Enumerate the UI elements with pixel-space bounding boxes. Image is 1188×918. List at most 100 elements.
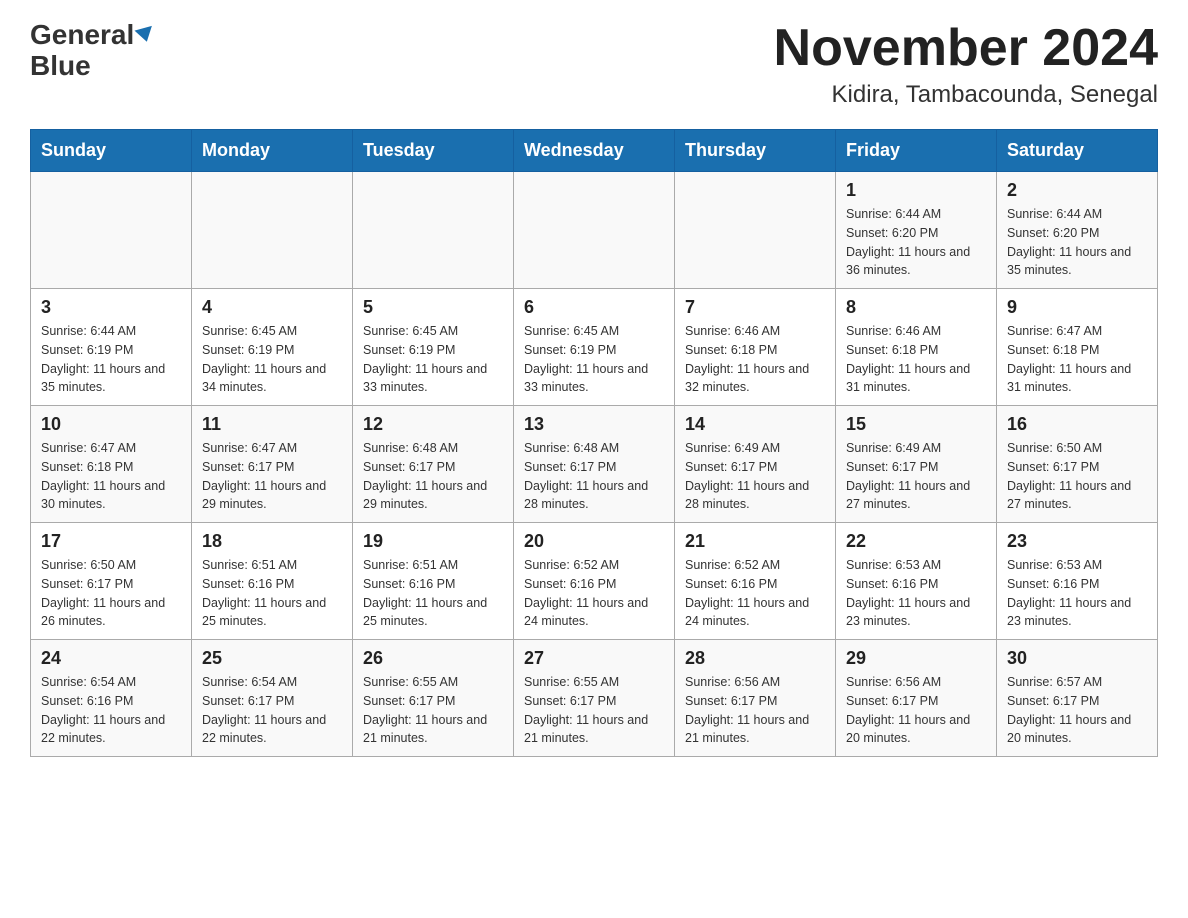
day-info: Sunrise: 6:51 AM Sunset: 6:16 PM Dayligh… bbox=[363, 556, 503, 631]
table-row: 19 Sunrise: 6:51 AM Sunset: 6:16 PM Dayli… bbox=[353, 523, 514, 640]
header-wednesday: Wednesday bbox=[514, 130, 675, 172]
table-row: 5Sunrise: 6:45 AM Sunset: 6:19 PM Daylig… bbox=[353, 289, 514, 406]
calendar-week-row: 17 Sunrise: 6:50 AM Sunset: 6:17 PM Dayli… bbox=[31, 523, 1158, 640]
table-row: 7Sunrise: 6:46 AM Sunset: 6:18 PM Daylig… bbox=[675, 289, 836, 406]
header-sunday: Sunday bbox=[31, 130, 192, 172]
calendar-table: Sunday Monday Tuesday Wednesday Thursday… bbox=[30, 129, 1158, 757]
table-row: 23 Sunrise: 6:53 AM Sunset: 6:16 PM Dayli… bbox=[997, 523, 1158, 640]
table-row: 21Sunrise: 6:52 AM Sunset: 6:16 PM Dayli… bbox=[675, 523, 836, 640]
day-info: Sunrise: 6:52 AM Sunset: 6:16 PM Dayligh… bbox=[524, 556, 664, 631]
logo-general: General bbox=[30, 20, 134, 51]
table-row: 24 Sunrise: 6:54 AM Sunset: 6:16 PM Dayli… bbox=[31, 640, 192, 757]
table-row: 3 Sunrise: 6:44 AM Sunset: 6:19 PM Daylig… bbox=[31, 289, 192, 406]
day-info: Sunrise: 6:44 AM Sunset: 6:20 PM Dayligh… bbox=[846, 205, 986, 280]
day-info: Sunrise: 6:45 AM Sunset: 6:19 PM Dayligh… bbox=[524, 322, 664, 397]
day-number: 19 bbox=[363, 531, 503, 552]
day-info: Sunrise: 6:50 AM Sunset: 6:17 PM Dayligh… bbox=[1007, 439, 1147, 514]
day-info: Sunrise: 6:50 AM Sunset: 6:17 PM Dayligh… bbox=[41, 556, 181, 631]
table-row: 8 Sunrise: 6:46 AM Sunset: 6:18 PM Daylig… bbox=[836, 289, 997, 406]
day-number: 17 bbox=[41, 531, 181, 552]
calendar-week-row: 3 Sunrise: 6:44 AM Sunset: 6:19 PM Daylig… bbox=[31, 289, 1158, 406]
header-thursday: Thursday bbox=[675, 130, 836, 172]
day-info: Sunrise: 6:55 AM Sunset: 6:17 PM Dayligh… bbox=[363, 673, 503, 748]
day-number: 28 bbox=[685, 648, 825, 669]
title-block: November 2024 Kidira, Tambacounda, Seneg… bbox=[774, 20, 1158, 109]
table-row: 10 Sunrise: 6:47 AM Sunset: 6:18 PM Dayli… bbox=[31, 406, 192, 523]
table-row: 6 Sunrise: 6:45 AM Sunset: 6:19 PM Daylig… bbox=[514, 289, 675, 406]
day-number: 10 bbox=[41, 414, 181, 435]
table-row: 30Sunrise: 6:57 AM Sunset: 6:17 PM Dayli… bbox=[997, 640, 1158, 757]
day-info: Sunrise: 6:47 AM Sunset: 6:17 PM Dayligh… bbox=[202, 439, 342, 514]
day-number: 15 bbox=[846, 414, 986, 435]
table-row: 27Sunrise: 6:55 AM Sunset: 6:17 PM Dayli… bbox=[514, 640, 675, 757]
weekday-header-row: Sunday Monday Tuesday Wednesday Thursday… bbox=[31, 130, 1158, 172]
table-row: 15 Sunrise: 6:49 AM Sunset: 6:17 PM Dayli… bbox=[836, 406, 997, 523]
day-number: 3 bbox=[41, 297, 181, 318]
day-info: Sunrise: 6:52 AM Sunset: 6:16 PM Dayligh… bbox=[685, 556, 825, 631]
day-info: Sunrise: 6:46 AM Sunset: 6:18 PM Dayligh… bbox=[685, 322, 825, 397]
day-info: Sunrise: 6:44 AM Sunset: 6:19 PM Dayligh… bbox=[41, 322, 181, 397]
calendar-week-row: 1 Sunrise: 6:44 AM Sunset: 6:20 PM Daylig… bbox=[31, 172, 1158, 289]
table-row bbox=[514, 172, 675, 289]
calendar-title: November 2024 bbox=[774, 20, 1158, 77]
table-row bbox=[192, 172, 353, 289]
calendar-week-row: 24 Sunrise: 6:54 AM Sunset: 6:16 PM Dayli… bbox=[31, 640, 1158, 757]
table-row: 14 Sunrise: 6:49 AM Sunset: 6:17 PM Dayli… bbox=[675, 406, 836, 523]
day-number: 9 bbox=[1007, 297, 1147, 318]
day-info: Sunrise: 6:45 AM Sunset: 6:19 PM Dayligh… bbox=[202, 322, 342, 397]
day-number: 1 bbox=[846, 180, 986, 201]
day-info: Sunrise: 6:54 AM Sunset: 6:17 PM Dayligh… bbox=[202, 673, 342, 748]
day-number: 25 bbox=[202, 648, 342, 669]
day-number: 18 bbox=[202, 531, 342, 552]
day-info: Sunrise: 6:44 AM Sunset: 6:20 PM Dayligh… bbox=[1007, 205, 1147, 280]
day-number: 29 bbox=[846, 648, 986, 669]
table-row: 22Sunrise: 6:53 AM Sunset: 6:16 PM Dayli… bbox=[836, 523, 997, 640]
table-row: 25 Sunrise: 6:54 AM Sunset: 6:17 PM Dayli… bbox=[192, 640, 353, 757]
day-number: 13 bbox=[524, 414, 664, 435]
day-info: Sunrise: 6:47 AM Sunset: 6:18 PM Dayligh… bbox=[1007, 322, 1147, 397]
page-header: General Blue November 2024 Kidira, Tamba… bbox=[30, 20, 1158, 109]
day-info: Sunrise: 6:55 AM Sunset: 6:17 PM Dayligh… bbox=[524, 673, 664, 748]
day-info: Sunrise: 6:53 AM Sunset: 6:16 PM Dayligh… bbox=[1007, 556, 1147, 631]
day-info: Sunrise: 6:49 AM Sunset: 6:17 PM Dayligh… bbox=[685, 439, 825, 514]
table-row: 2Sunrise: 6:44 AM Sunset: 6:20 PM Daylig… bbox=[997, 172, 1158, 289]
table-row: 20Sunrise: 6:52 AM Sunset: 6:16 PM Dayli… bbox=[514, 523, 675, 640]
day-info: Sunrise: 6:46 AM Sunset: 6:18 PM Dayligh… bbox=[846, 322, 986, 397]
table-row: 13Sunrise: 6:48 AM Sunset: 6:17 PM Dayli… bbox=[514, 406, 675, 523]
day-info: Sunrise: 6:51 AM Sunset: 6:16 PM Dayligh… bbox=[202, 556, 342, 631]
day-info: Sunrise: 6:54 AM Sunset: 6:16 PM Dayligh… bbox=[41, 673, 181, 748]
calendar-subtitle: Kidira, Tambacounda, Senegal bbox=[774, 81, 1158, 109]
table-row: 9 Sunrise: 6:47 AM Sunset: 6:18 PM Daylig… bbox=[997, 289, 1158, 406]
day-info: Sunrise: 6:47 AM Sunset: 6:18 PM Dayligh… bbox=[41, 439, 181, 514]
logo-triangle-icon bbox=[135, 26, 156, 44]
day-number: 8 bbox=[846, 297, 986, 318]
day-info: Sunrise: 6:56 AM Sunset: 6:17 PM Dayligh… bbox=[846, 673, 986, 748]
logo-blue: Blue bbox=[30, 51, 91, 82]
logo: General Blue bbox=[30, 20, 154, 82]
day-number: 12 bbox=[363, 414, 503, 435]
header-friday: Friday bbox=[836, 130, 997, 172]
table-row: 17 Sunrise: 6:50 AM Sunset: 6:17 PM Dayli… bbox=[31, 523, 192, 640]
table-row: 16 Sunrise: 6:50 AM Sunset: 6:17 PM Dayli… bbox=[997, 406, 1158, 523]
table-row: 28 Sunrise: 6:56 AM Sunset: 6:17 PM Dayli… bbox=[675, 640, 836, 757]
day-info: Sunrise: 6:49 AM Sunset: 6:17 PM Dayligh… bbox=[846, 439, 986, 514]
header-saturday: Saturday bbox=[997, 130, 1158, 172]
header-monday: Monday bbox=[192, 130, 353, 172]
table-row bbox=[353, 172, 514, 289]
day-info: Sunrise: 6:57 AM Sunset: 6:17 PM Dayligh… bbox=[1007, 673, 1147, 748]
day-number: 16 bbox=[1007, 414, 1147, 435]
day-number: 22 bbox=[846, 531, 986, 552]
header-tuesday: Tuesday bbox=[353, 130, 514, 172]
day-number: 4 bbox=[202, 297, 342, 318]
day-info: Sunrise: 6:48 AM Sunset: 6:17 PM Dayligh… bbox=[363, 439, 503, 514]
day-number: 23 bbox=[1007, 531, 1147, 552]
table-row: 1 Sunrise: 6:44 AM Sunset: 6:20 PM Daylig… bbox=[836, 172, 997, 289]
day-number: 26 bbox=[363, 648, 503, 669]
day-number: 24 bbox=[41, 648, 181, 669]
table-row bbox=[31, 172, 192, 289]
table-row: 18 Sunrise: 6:51 AM Sunset: 6:16 PM Dayli… bbox=[192, 523, 353, 640]
day-info: Sunrise: 6:56 AM Sunset: 6:17 PM Dayligh… bbox=[685, 673, 825, 748]
day-number: 6 bbox=[524, 297, 664, 318]
day-number: 14 bbox=[685, 414, 825, 435]
day-number: 11 bbox=[202, 414, 342, 435]
